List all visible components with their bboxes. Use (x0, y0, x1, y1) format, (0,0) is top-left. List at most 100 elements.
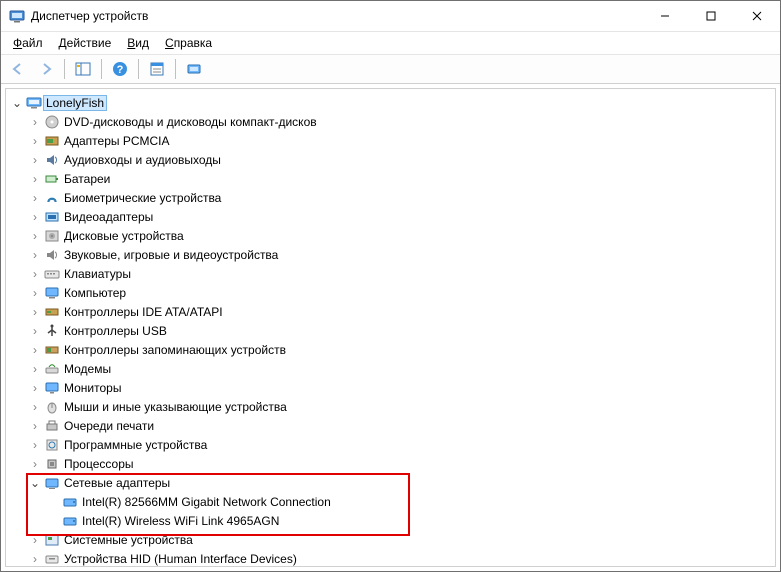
tree-item-label[interactable]: Биометрические устройства (64, 191, 221, 205)
ide-icon (44, 304, 60, 320)
tree-item-label[interactable]: Программные устройства (64, 438, 207, 452)
expand-toggle[interactable] (28, 419, 42, 433)
tree-category[interactable]: Системные устройства (6, 530, 775, 549)
computer-icon (44, 285, 60, 301)
help-button[interactable]: ? (107, 56, 133, 82)
tree-item-label[interactable]: Звуковые, игровые и видеоустройства (64, 248, 278, 262)
forward-button[interactable] (33, 56, 59, 82)
toolbar-separator (101, 59, 102, 79)
tree-category[interactable]: Компьютер (6, 283, 775, 302)
tree-category[interactable]: Батареи (6, 169, 775, 188)
printer-icon (44, 418, 60, 434)
back-button[interactable] (5, 56, 31, 82)
tree-item-label[interactable]: Адаптеры PCMCIA (64, 134, 170, 148)
tree-category[interactable]: Звуковые, игровые и видеоустройства (6, 245, 775, 264)
expand-toggle[interactable] (28, 115, 42, 129)
tree-category[interactable]: Видеоадаптеры (6, 207, 775, 226)
tree-item-label[interactable]: Сетевые адаптеры (64, 476, 170, 490)
tree-item-label[interactable]: Процессоры (64, 457, 134, 471)
menu-file[interactable]: Файл (5, 34, 51, 52)
tree-item-label[interactable]: Intel(R) 82566MM Gigabit Network Connect… (82, 495, 331, 509)
menu-view[interactable]: Вид (119, 34, 157, 52)
tree-category[interactable]: Контроллеры IDE ATA/ATAPI (6, 302, 775, 321)
scan-hardware-button[interactable] (181, 56, 207, 82)
tree-category-network[interactable]: Сетевые адаптеры (6, 473, 775, 492)
tree-category[interactable]: DVD-дисководы и дисководы компакт-дисков (6, 112, 775, 131)
expand-toggle[interactable] (28, 229, 42, 243)
maximize-button[interactable] (688, 1, 734, 31)
menu-action[interactable]: Действие (51, 34, 120, 52)
mouse-icon (44, 399, 60, 415)
tree-category[interactable]: Программные устройства (6, 435, 775, 454)
tree-category[interactable]: Адаптеры PCMCIA (6, 131, 775, 150)
tree-root[interactable]: LonelyFish (6, 93, 775, 112)
tree-category[interactable]: Мониторы (6, 378, 775, 397)
expand-toggle[interactable] (28, 286, 42, 300)
tree-category[interactable]: Очереди печати (6, 416, 775, 435)
tree-item-label[interactable]: Батареи (64, 172, 110, 186)
tree-category[interactable]: Модемы (6, 359, 775, 378)
tree-item-label[interactable]: Мыши и иные указывающие устройства (64, 400, 287, 414)
tree-item-label[interactable]: Видеоадаптеры (64, 210, 153, 224)
tree-item-label[interactable]: Устройства HID (Human Interface Devices) (64, 552, 297, 566)
expand-toggle[interactable] (28, 324, 42, 338)
tree-item-label[interactable]: Очереди печати (64, 419, 154, 433)
device-manager-window: Диспетчер устройств Файл Действие Вид Сп… (0, 0, 781, 572)
expand-toggle[interactable] (28, 438, 42, 452)
expand-toggle[interactable] (28, 248, 42, 262)
audio-icon (44, 152, 60, 168)
tree-device-network[interactable]: Intel(R) Wireless WiFi Link 4965AGN (6, 511, 775, 530)
window-controls (642, 1, 780, 31)
tree-root-label[interactable]: LonelyFish (43, 95, 107, 111)
expand-toggle[interactable] (28, 362, 42, 376)
device-tree[interactable]: LonelyFish DVD-дисководы и дисководы ком… (5, 88, 776, 567)
expand-toggle[interactable] (28, 400, 42, 414)
netcard-icon (62, 494, 78, 510)
expand-toggle[interactable] (28, 305, 42, 319)
tree-category[interactable]: Контроллеры запоминающих устройств (6, 340, 775, 359)
tree-category[interactable]: Мыши и иные указывающие устройства (6, 397, 775, 416)
tree-item-label[interactable]: Intel(R) Wireless WiFi Link 4965AGN (82, 514, 279, 528)
expand-toggle[interactable] (28, 153, 42, 167)
tree-item-label[interactable]: Модемы (64, 362, 111, 376)
expand-toggle[interactable] (28, 552, 42, 566)
expand-toggle[interactable] (28, 210, 42, 224)
tree-category[interactable]: Устройства HID (Human Interface Devices) (6, 549, 775, 568)
minimize-button[interactable] (642, 1, 688, 31)
expand-toggle[interactable] (28, 343, 42, 357)
show-hide-tree-button[interactable] (70, 56, 96, 82)
expand-toggle[interactable] (28, 533, 42, 547)
expand-toggle[interactable] (28, 191, 42, 205)
tree-item-label[interactable]: Аудиовходы и аудиовыходы (64, 153, 221, 167)
tree-item-label[interactable]: Контроллеры USB (64, 324, 167, 338)
tree-item-label[interactable]: DVD-дисководы и дисководы компакт-дисков (64, 115, 317, 129)
expand-toggle[interactable] (10, 96, 24, 110)
tree-item-label[interactable]: Компьютер (64, 286, 126, 300)
tree-item-label[interactable]: Контроллеры IDE ATA/ATAPI (64, 305, 223, 319)
tree-category[interactable]: Аудиовходы и аудиовыходы (6, 150, 775, 169)
expand-toggle[interactable] (28, 172, 42, 186)
tree-item-label[interactable]: Дисковые устройства (64, 229, 184, 243)
expand-toggle[interactable] (28, 457, 42, 471)
menu-help[interactable]: Справка (157, 34, 220, 52)
computer-icon (26, 95, 42, 111)
tree-category[interactable]: Процессоры (6, 454, 775, 473)
tree-category[interactable]: Клавиатуры (6, 264, 775, 283)
tree-item-label[interactable]: Клавиатуры (64, 267, 131, 281)
tree-category[interactable]: Биометрические устройства (6, 188, 775, 207)
expand-toggle[interactable] (28, 476, 42, 490)
tree-device-network[interactable]: Intel(R) 82566MM Gigabit Network Connect… (6, 492, 775, 511)
expand-toggle[interactable] (28, 134, 42, 148)
tree-item-label[interactable]: Системные устройства (64, 533, 193, 547)
properties-button[interactable] (144, 56, 170, 82)
tree-item-label[interactable]: Контроллеры запоминающих устройств (64, 343, 286, 357)
software-icon (44, 437, 60, 453)
tree-item-label[interactable]: Мониторы (64, 381, 121, 395)
close-button[interactable] (734, 1, 780, 31)
expand-toggle[interactable] (28, 267, 42, 281)
expand-toggle[interactable] (28, 381, 42, 395)
monitor-icon (44, 380, 60, 396)
battery-icon (44, 171, 60, 187)
tree-category[interactable]: Контроллеры USB (6, 321, 775, 340)
tree-category[interactable]: Дисковые устройства (6, 226, 775, 245)
